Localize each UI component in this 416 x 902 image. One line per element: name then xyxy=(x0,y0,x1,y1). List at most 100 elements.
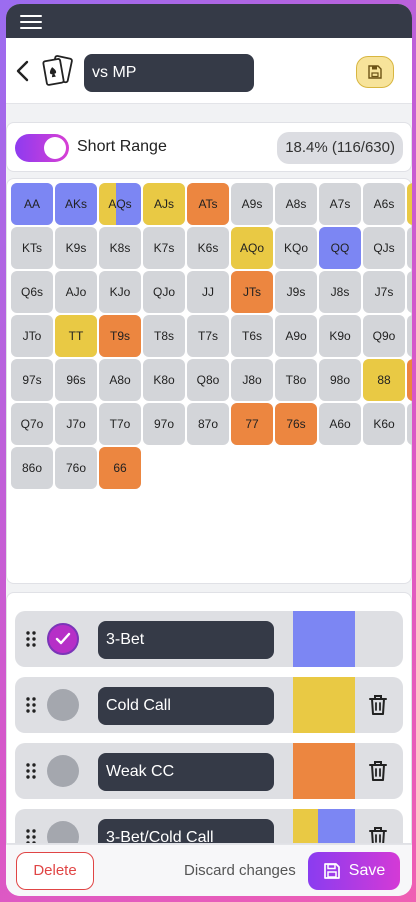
hand-cell-QJs[interactable]: QJs xyxy=(363,227,405,269)
hand-cell-K6o[interactable]: K6o xyxy=(363,403,405,445)
hand-cell-Q6s[interactable]: Q6s xyxy=(11,271,53,313)
swatch-segment-weak_cc xyxy=(293,743,355,799)
hand-cell-87o[interactable]: 87o xyxy=(187,403,229,445)
range-title-field[interactable]: vs MP xyxy=(84,54,254,92)
action-name-field[interactable]: Cold Call xyxy=(98,687,274,725)
hand-cell-A6s[interactable]: A6s xyxy=(363,183,405,225)
hand-grid-card: AAAKsAQsAJsATsA9sA8sA7sA6sAKoKKKQsKJsKTs… xyxy=(6,178,412,584)
hand-cell-97o[interactable]: 97o xyxy=(143,403,185,445)
trash-icon[interactable] xyxy=(367,693,389,717)
hand-cell-QQ[interactable]: QQ xyxy=(319,227,361,269)
hand-cell-96s[interactable]: 96s xyxy=(55,359,97,401)
hand-cell-J7s[interactable]: J7s xyxy=(363,271,405,313)
hand-cell-AKs[interactable]: AKs xyxy=(55,183,97,225)
hand-cell-A8s[interactable]: A8s xyxy=(275,183,317,225)
hand-cell-K9s[interactable]: K9s xyxy=(55,227,97,269)
hand-cell-Q6o[interactable]: Q6o xyxy=(407,403,412,445)
hand-cell-AQs[interactable]: AQs xyxy=(99,183,141,225)
hand-cell-76o[interactable]: 76o xyxy=(55,447,97,489)
discard-changes-button[interactable]: Discard changes xyxy=(184,862,296,879)
hand-cell-JJ[interactable]: JJ xyxy=(187,271,229,313)
action-name-field[interactable]: 3-Bet/Cold Call xyxy=(98,819,274,843)
hand-label: TT xyxy=(68,329,84,343)
trash-icon[interactable] xyxy=(367,759,389,783)
hand-cell-K6s[interactable]: K6s xyxy=(187,227,229,269)
hand-cell-J7o[interactable]: J7o xyxy=(55,403,97,445)
hand-label: QJs xyxy=(373,241,395,255)
hand-cell-T7s[interactable]: T7s xyxy=(187,315,229,357)
hand-cell-J6s[interactable]: J6s xyxy=(407,271,412,313)
hand-cell-97s[interactable]: 97s xyxy=(11,359,53,401)
hand-cell-J8s[interactable]: J8s xyxy=(319,271,361,313)
delete-button[interactable]: Delete xyxy=(16,852,94,890)
action-color-swatch[interactable] xyxy=(293,743,355,799)
hand-cell-JTo[interactable]: JTo xyxy=(11,315,53,357)
back-arrow-icon[interactable] xyxy=(12,56,34,86)
action-color-swatch[interactable] xyxy=(293,611,355,667)
hand-label: QJo xyxy=(152,285,175,299)
hand-cell-K9o[interactable]: K9o xyxy=(319,315,361,357)
drag-handle-icon[interactable] xyxy=(26,762,36,780)
hand-cell-AQo[interactable]: AQo xyxy=(231,227,273,269)
hand-cell-QJo[interactable]: QJo xyxy=(143,271,185,313)
hand-cell-T8o[interactable]: T8o xyxy=(275,359,317,401)
hand-cell-QTs[interactable]: QTs xyxy=(407,227,412,269)
hand-cell-TT[interactable]: TT xyxy=(55,315,97,357)
hand-cell-Q7o[interactable]: Q7o xyxy=(11,403,53,445)
hand-cell-A6o[interactable]: A6o xyxy=(319,403,361,445)
hand-cell-K8s[interactable]: K8s xyxy=(99,227,141,269)
hand-cell-T9s[interactable]: T9s xyxy=(99,315,141,357)
hand-cell-J9s[interactable]: J9s xyxy=(275,271,317,313)
hand-cell-T6s[interactable]: T6s xyxy=(231,315,273,357)
hamburger-menu-icon[interactable] xyxy=(20,12,42,30)
action-list: 3-Bet Cold Call Weak CC 3-Bet/Cold Call xyxy=(6,592,412,844)
hand-cell-K7s[interactable]: K7s xyxy=(143,227,185,269)
hand-cell-Q9o[interactable]: Q9o xyxy=(363,315,405,357)
action-select-checkbox[interactable] xyxy=(47,821,79,843)
hand-cell-A9s[interactable]: A9s xyxy=(231,183,273,225)
app-frame: vs MP Short Range 18.4% (116/630) AA AKs A… xyxy=(6,4,412,896)
hand-cell-88[interactable]: 88 xyxy=(363,359,405,401)
hand-cell-AKo[interactable]: AKo xyxy=(407,183,412,225)
hand-cell-87s[interactable]: 87s xyxy=(407,359,412,401)
action-row: 3-Bet/Cold Call xyxy=(15,809,403,843)
hand-cell-A8o[interactable]: A8o xyxy=(99,359,141,401)
save-to-file-button[interactable] xyxy=(356,56,394,88)
hand-cell-T8s[interactable]: T8s xyxy=(143,315,185,357)
drag-handle-icon[interactable] xyxy=(26,696,36,714)
drag-handle-icon[interactable] xyxy=(26,828,36,843)
action-select-checkbox[interactable] xyxy=(47,689,79,721)
action-select-checkbox[interactable] xyxy=(47,623,79,655)
action-select-checkbox[interactable] xyxy=(47,755,79,787)
hand-cell-J8o[interactable]: J8o xyxy=(231,359,273,401)
hand-cell-AJo[interactable]: AJo xyxy=(55,271,97,313)
hand-cell-JTs[interactable]: JTs xyxy=(231,271,273,313)
hand-cell-KTs[interactable]: KTs xyxy=(11,227,53,269)
hand-cell-A9o[interactable]: A9o xyxy=(275,315,317,357)
trash-icon[interactable] xyxy=(367,825,389,843)
hand-cell-ATs[interactable]: ATs xyxy=(187,183,229,225)
action-color-swatch[interactable] xyxy=(293,677,355,733)
hand-cell-A7s[interactable]: A7s xyxy=(319,183,361,225)
action-name-field[interactable]: 3-Bet xyxy=(98,621,274,659)
hand-cell-66[interactable]: 66 xyxy=(99,447,141,489)
hand-cell-86o[interactable]: 86o xyxy=(11,447,53,489)
hand-cell-AA[interactable]: AA xyxy=(11,183,53,225)
hand-cell-76s[interactable]: 76s xyxy=(275,403,317,445)
hand-cell-J9o[interactable]: J9o xyxy=(407,315,412,357)
hand-cell-T7o[interactable]: T7o xyxy=(99,403,141,445)
hand-label: J8s xyxy=(330,285,350,299)
hand-cell-K8o[interactable]: K8o xyxy=(143,359,185,401)
save-button[interactable]: Save xyxy=(308,852,400,890)
swatch-segment-bet3 xyxy=(318,809,355,843)
drag-handle-icon[interactable] xyxy=(26,630,36,648)
hand-cell-KQo[interactable]: KQo xyxy=(275,227,317,269)
hand-cell-Q8o[interactable]: Q8o xyxy=(187,359,229,401)
action-color-swatch[interactable] xyxy=(293,809,355,843)
action-name-field[interactable]: Weak CC xyxy=(98,753,274,791)
short-range-toggle[interactable] xyxy=(15,134,69,162)
hand-cell-98o[interactable]: 98o xyxy=(319,359,361,401)
hand-cell-AJs[interactable]: AJs xyxy=(143,183,185,225)
hand-cell-KJo[interactable]: KJo xyxy=(99,271,141,313)
hand-cell-77[interactable]: 77 xyxy=(231,403,273,445)
